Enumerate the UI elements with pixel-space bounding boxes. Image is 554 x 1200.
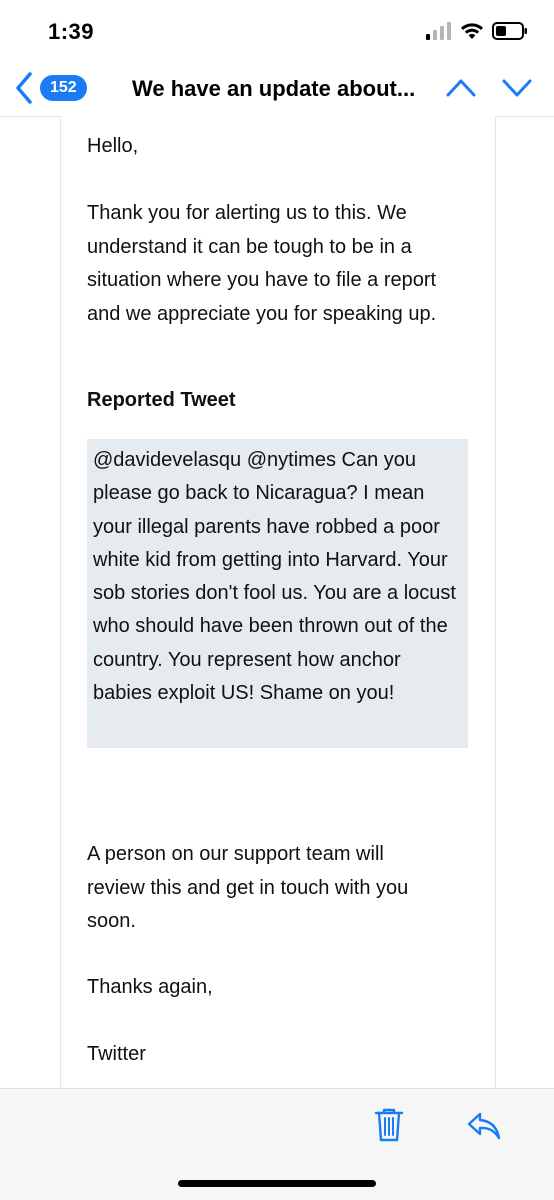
followup-paragraph: A person on our support team will review… xyxy=(87,843,409,932)
closing-text: Thanks again, xyxy=(87,976,213,998)
previous-message-chevron-up-icon[interactable] xyxy=(446,74,476,102)
reply-button[interactable] xyxy=(466,1111,502,1146)
reported-tweet-quote: @davidevelasqu @nytimes Can you please g… xyxy=(87,439,468,748)
message-nav-arrows xyxy=(446,74,532,102)
mail-message-screen: 1:39 152 We have an update about... Hell… xyxy=(0,0,554,1200)
intro-paragraph: Thank you for alerting us to this. We un… xyxy=(87,202,437,325)
chevron-left-icon xyxy=(16,72,32,104)
back-button[interactable]: 152 xyxy=(14,72,87,104)
battery-icon xyxy=(492,22,527,40)
reply-icon xyxy=(467,1112,501,1140)
greeting-text: Hello, xyxy=(87,135,139,157)
cellular-signal-icon xyxy=(426,22,451,40)
message-subject: We have an update about... xyxy=(132,76,416,101)
unread-count-badge: 152 xyxy=(40,75,87,101)
signature-text: Twitter xyxy=(87,1043,146,1065)
status-icons xyxy=(426,22,528,40)
trash-icon xyxy=(374,1108,404,1142)
message-body: Hello, Thank you for alerting us to this… xyxy=(60,116,496,1088)
status-bar: 1:39 xyxy=(0,0,554,62)
message-nav-bar: 152 We have an update about... xyxy=(0,62,554,117)
delete-button[interactable] xyxy=(374,1107,404,1148)
reported-tweet-heading: Reported Tweet xyxy=(87,389,236,411)
home-indicator[interactable] xyxy=(178,1180,376,1187)
wifi-icon xyxy=(461,23,483,39)
status-time: 1:39 xyxy=(48,19,95,44)
next-message-chevron-down-icon[interactable] xyxy=(502,74,532,102)
